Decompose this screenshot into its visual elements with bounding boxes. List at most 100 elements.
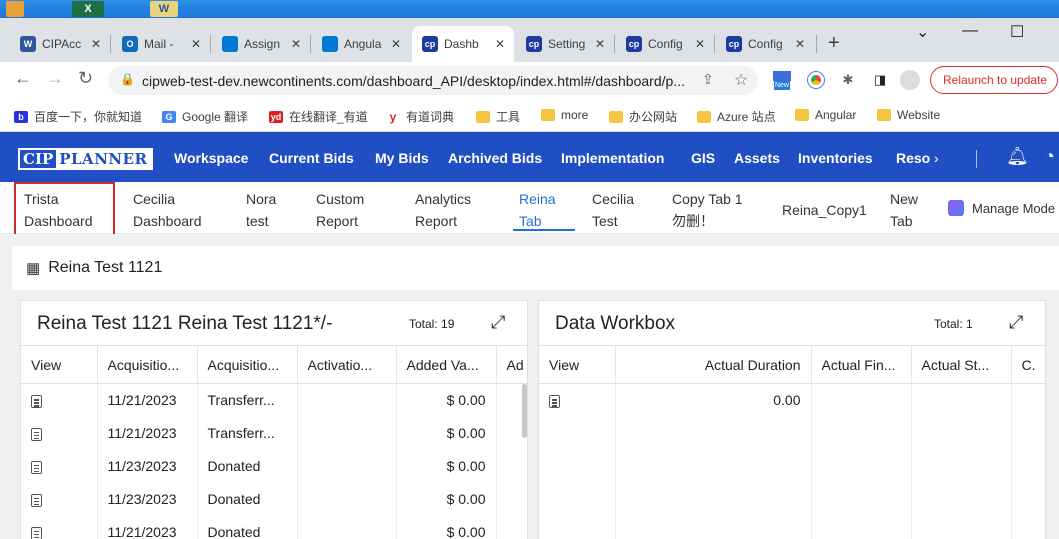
lock-icon[interactable]: 🔒 <box>120 72 135 86</box>
cip-planner-logo[interactable]: CIP PLANNER <box>18 148 153 170</box>
forward-button[interactable]: → <box>46 68 64 89</box>
table-row[interactable]: 11/23/2023 Donated $ 0.00 <box>21 482 527 516</box>
expand-icon[interactable]: ⤢ <box>1009 312 1023 333</box>
browser-tab[interactable]: cp Config ✕ <box>616 26 714 62</box>
close-icon[interactable]: ✕ <box>492 37 508 51</box>
bookmark-folder[interactable]: 办公网站 <box>609 108 677 125</box>
extensions-puzzle-icon[interactable]: ✱ <box>838 70 858 90</box>
column-header[interactable]: View <box>21 345 98 384</box>
view-document-icon[interactable] <box>31 493 42 507</box>
dashboard-tab[interactable]: Nora test <box>246 188 276 232</box>
dashboard-tab[interactable]: New Tab <box>890 188 918 232</box>
omnibox[interactable]: 🔒 cipweb-test-dev.newcontinents.com/dash… <box>108 66 758 95</box>
back-button[interactable]: ← <box>14 68 32 89</box>
browser-tab[interactable]: Assign ✕ <box>212 26 310 62</box>
table-row[interactable]: 11/21/2023 Transferr... $ 0.00 <box>21 383 527 417</box>
table-row[interactable]: 11/23/2023 Donated $ 0.00 <box>21 449 527 483</box>
relaunch-to-update-button[interactable]: Relaunch to update <box>930 66 1058 94</box>
bookmark-folder[interactable]: more <box>541 108 588 122</box>
bookmark-folder[interactable]: Azure 站点 <box>697 108 776 125</box>
chrome-extension-icon[interactable] <box>806 70 826 90</box>
dashboard-tab[interactable]: Cecilia Test <box>592 188 634 232</box>
view-document-icon[interactable] <box>31 395 42 409</box>
bookmark-folder[interactable]: Website <box>877 108 940 122</box>
dashboard-tab[interactable]: Copy Tab 1 勿删！ <box>672 188 743 232</box>
manage-mode-button[interactable]: Manage Mode <box>948 200 1055 216</box>
dashboard-tab[interactable]: Analytics Report <box>415 188 471 232</box>
browser-tab[interactable]: cp Config ✕ <box>716 26 814 62</box>
view-document-icon[interactable] <box>31 427 42 441</box>
bookmark-youdao[interactable]: yd 在线翻译_有道 <box>269 108 368 125</box>
bookmark-baidu[interactable]: b 百度一下，你就知道 <box>14 108 142 125</box>
close-icon[interactable]: ✕ <box>288 37 304 51</box>
nav-archived-bids[interactable]: Archived Bids <box>448 150 542 166</box>
azure-devops-icon <box>322 36 338 52</box>
user-icon[interactable]: ◔ <box>1044 146 1055 167</box>
browser-tab[interactable]: O Mail - ✕ <box>112 26 210 62</box>
bookmark-google-translate[interactable]: G Google 翻译 <box>162 108 248 125</box>
browser-tab-active[interactable]: cp Dashb ✕ <box>412 26 514 62</box>
view-document-icon[interactable] <box>549 395 560 409</box>
browser-tab[interactable]: cp Setting ✕ <box>516 26 614 62</box>
side-panel-icon[interactable]: ◨ <box>870 70 890 90</box>
table-row[interactable]: 0.00 <box>539 383 1045 417</box>
column-header[interactable]: Ad <box>496 345 527 384</box>
tab-search-icon[interactable]: ⌄ <box>916 22 929 42</box>
activation-cell <box>297 449 397 483</box>
maximize-button[interactable]: ☐ <box>1010 22 1024 42</box>
extension-new-icon[interactable]: New <box>772 70 792 90</box>
nav-my-bids[interactable]: My Bids <box>375 150 429 166</box>
column-header[interactable]: Actual Duration <box>615 345 812 384</box>
bookmark-folder[interactable]: Angular <box>795 108 856 122</box>
view-document-icon[interactable] <box>31 460 42 474</box>
bell-icon[interactable]: 🔔︎ <box>1006 146 1029 167</box>
vertical-scrollbar[interactable] <box>522 384 527 438</box>
column-header[interactable]: Actual Fin... <box>811 345 912 384</box>
column-header[interactable]: Acquisitio... <box>97 345 198 384</box>
dashboard-tab[interactable]: Reina_Copy1 <box>782 199 867 221</box>
empty-cell <box>496 515 527 539</box>
new-tab-button[interactable]: + <box>828 32 840 55</box>
column-header[interactable]: Acquisitio... <box>197 345 298 384</box>
column-header[interactable]: Added Va... <box>396 345 497 384</box>
word-icon[interactable]: W <box>150 1 178 17</box>
nav-workspace[interactable]: Workspace <box>174 150 248 166</box>
view-document-icon[interactable] <box>31 526 42 539</box>
chevron-right-icon[interactable]: › <box>934 150 939 166</box>
nav-assets[interactable]: Assets <box>734 150 780 166</box>
profile-avatar-icon[interactable] <box>900 70 920 90</box>
column-header[interactable]: C. <box>1011 345 1045 384</box>
close-icon[interactable]: ✕ <box>88 37 104 51</box>
nav-current-bids[interactable]: Current Bids <box>269 150 354 166</box>
close-icon[interactable]: ✕ <box>388 37 404 51</box>
close-icon[interactable]: ✕ <box>188 37 204 51</box>
tab-label-line2: Tab <box>890 213 913 229</box>
nav-gis[interactable]: GIS <box>691 150 715 166</box>
bookmark-star-icon[interactable]: ☆ <box>734 70 748 90</box>
nav-inventories[interactable]: Inventories <box>798 150 873 166</box>
column-header[interactable]: View <box>539 345 616 384</box>
url-text[interactable]: cipweb-test-dev.newcontinents.com/dashbo… <box>142 73 685 89</box>
bookmark-folder[interactable]: 工具 <box>476 108 520 125</box>
nav-resources[interactable]: Reso <box>896 150 930 166</box>
browser-tab[interactable]: Angula ✕ <box>312 26 410 62</box>
excel-icon[interactable]: X <box>72 1 104 17</box>
nav-implementation[interactable]: Implementation <box>561 150 664 166</box>
table-row[interactable]: 11/21/2023 Donated $ 0.00 <box>21 515 527 539</box>
close-icon[interactable]: ✕ <box>792 37 808 51</box>
dashboard-tab[interactable]: Cecilia Dashboard <box>133 188 202 232</box>
column-header[interactable]: Actual St... <box>911 345 1012 384</box>
browser-tab[interactable]: W CIPAcc ✕ <box>10 26 110 62</box>
bookmark-youdao-dict[interactable]: y 有道词典 <box>386 108 454 125</box>
column-header[interactable]: Activatio... <box>297 345 397 384</box>
close-icon[interactable]: ✕ <box>692 37 708 51</box>
dashboard-tab[interactable]: Custom Report <box>316 188 364 232</box>
reload-button[interactable]: ↻ <box>78 68 93 89</box>
close-icon[interactable]: ✕ <box>592 37 608 51</box>
expand-icon[interactable]: ⤢ <box>491 312 505 333</box>
dashboard-tab-active[interactable]: Reina Tab <box>519 188 556 232</box>
table-row[interactable]: 11/21/2023 Transferr... $ 0.00 <box>21 416 527 450</box>
minimize-button[interactable]: — <box>962 22 978 40</box>
share-icon[interactable]: ⇪ <box>702 71 714 88</box>
app-icon[interactable] <box>6 1 24 17</box>
